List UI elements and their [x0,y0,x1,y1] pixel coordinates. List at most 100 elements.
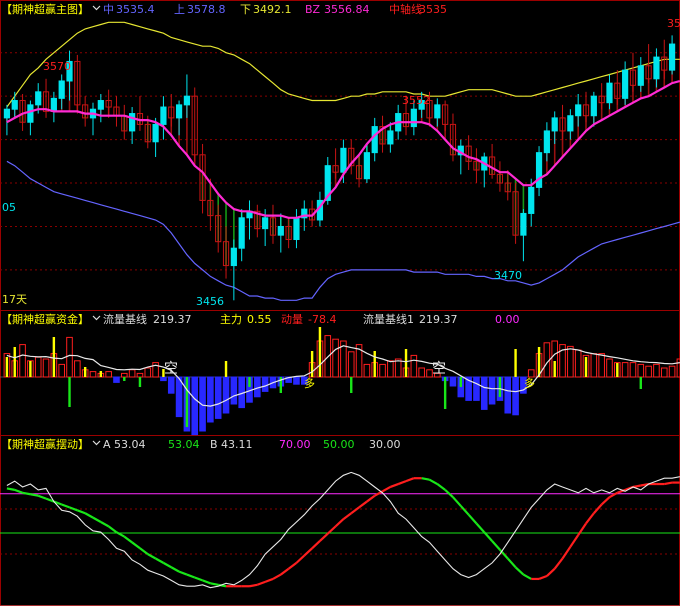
signal-a-segment [272,573,282,580]
candle-body [262,217,269,230]
chevron-down-icon [92,315,101,321]
signal-a-segment [264,577,274,583]
legend-label: B [210,438,218,451]
main-force-bar [68,377,71,407]
momentum-bar [645,365,652,378]
momentum-bar [34,356,42,378]
main-force-bar [404,349,408,377]
momentum-bar [144,367,152,378]
signal-a-segment [467,513,478,525]
legend-label: A [103,438,111,451]
period-label: 17天 [2,293,27,306]
signal-a-segment [397,480,407,486]
panel-title: 【期神超赢资金】 [1,312,89,326]
edge-price-label: 35 [667,17,680,30]
candle-body [129,113,136,132]
flow-baseline-line [6,345,680,407]
legend-label: 主力 [220,313,242,326]
low-price-label: 3456 [196,295,224,308]
signal-a-segment [358,500,368,509]
main-force-bar [443,377,447,409]
legend-label: 流量基线 [103,312,147,326]
signal-a-segment [61,503,70,509]
legend-value: 70.00 [279,438,311,451]
candle-body [175,104,183,119]
long-marker: 多 [304,376,315,390]
signal-a-segment [600,496,611,506]
momentum-bar [387,360,394,378]
candle-body [528,186,535,214]
signal-a-segment [22,491,31,496]
momentum-bar [19,344,26,378]
momentum-bar [42,358,50,378]
legend-value: 3556.84 [324,3,370,16]
signal-a-segment [92,516,102,523]
signal-a-segment [280,567,290,576]
candle-body [387,130,394,145]
signal-a-segment [256,580,266,586]
main-force-bar [52,337,56,377]
momentum-bar [66,336,73,378]
candle-body [230,247,237,267]
candle-body [434,104,441,119]
signal-a-segment [428,478,438,485]
candle-body [3,108,11,119]
signal-a-segment [6,487,15,491]
candle-body [606,82,613,104]
momentum-bar [363,363,371,378]
signal-a-segment [382,486,391,493]
candle-body [575,104,582,117]
candle-body [97,100,104,110]
momentum-bar [293,376,300,385]
chart-window: 3570 3552 3470 3456 35 05 17天空多空多【期神超赢主图】中 3535… [0,0,680,606]
momentum-bar [230,376,238,405]
main-force-bar [99,371,103,377]
momentum-bar [488,376,496,405]
low-price-label: 3470 [494,269,522,282]
candle-body [567,115,574,132]
panel-title: 【期神超赢主图】 [1,2,89,16]
chart-canvas: 3570355234703456350517天空多空多【期神超赢主图】中 3535… [0,0,680,606]
candle-body [520,212,527,236]
signal-a-segment [561,546,572,560]
momentum-bar [207,376,214,423]
high-price-label: 3552 [402,94,430,107]
signal-a-segment [69,506,78,512]
momentum-bar [394,358,402,378]
momentum-bar [504,376,512,414]
main-force-bar [29,361,32,377]
legend-label: 中 [103,3,114,16]
momentum-bar [473,376,480,401]
upper-band-line [6,21,680,108]
candle-body [238,217,245,249]
signal-a-segment [100,521,110,528]
signal-a-segment [664,481,673,486]
signal-a-segment [123,535,133,544]
momentum-bar [574,349,582,378]
momentum-bar [606,358,613,378]
main-force-bar [616,363,619,377]
legend-value: 30.00 [369,438,401,451]
legend-value: 43.11 [221,438,253,451]
signal-a-segment [210,582,219,586]
legend-value: 50.00 [323,438,355,451]
momentum-bar [89,371,97,378]
signal-a-segment [506,557,517,568]
main-force-bar [514,349,517,377]
momentum-bar [113,376,120,383]
signal-a-segment [147,553,157,560]
signal-a-segment [459,505,470,516]
momentum-bar [167,376,175,394]
signal-a-segment [178,570,188,576]
signal-a-segment [84,512,94,519]
main-force-bar [248,377,251,387]
panel-title: 【期神超赢摆动】 [1,437,89,451]
signal-a-segment [107,525,118,534]
candle-body [622,69,629,99]
short-marker: 空 [432,361,446,377]
momentum-bar [653,363,660,378]
signal-a-segment [342,512,352,520]
signal-a-segment [186,573,196,579]
signal-a-segment [546,567,556,577]
candle-body [160,106,167,125]
